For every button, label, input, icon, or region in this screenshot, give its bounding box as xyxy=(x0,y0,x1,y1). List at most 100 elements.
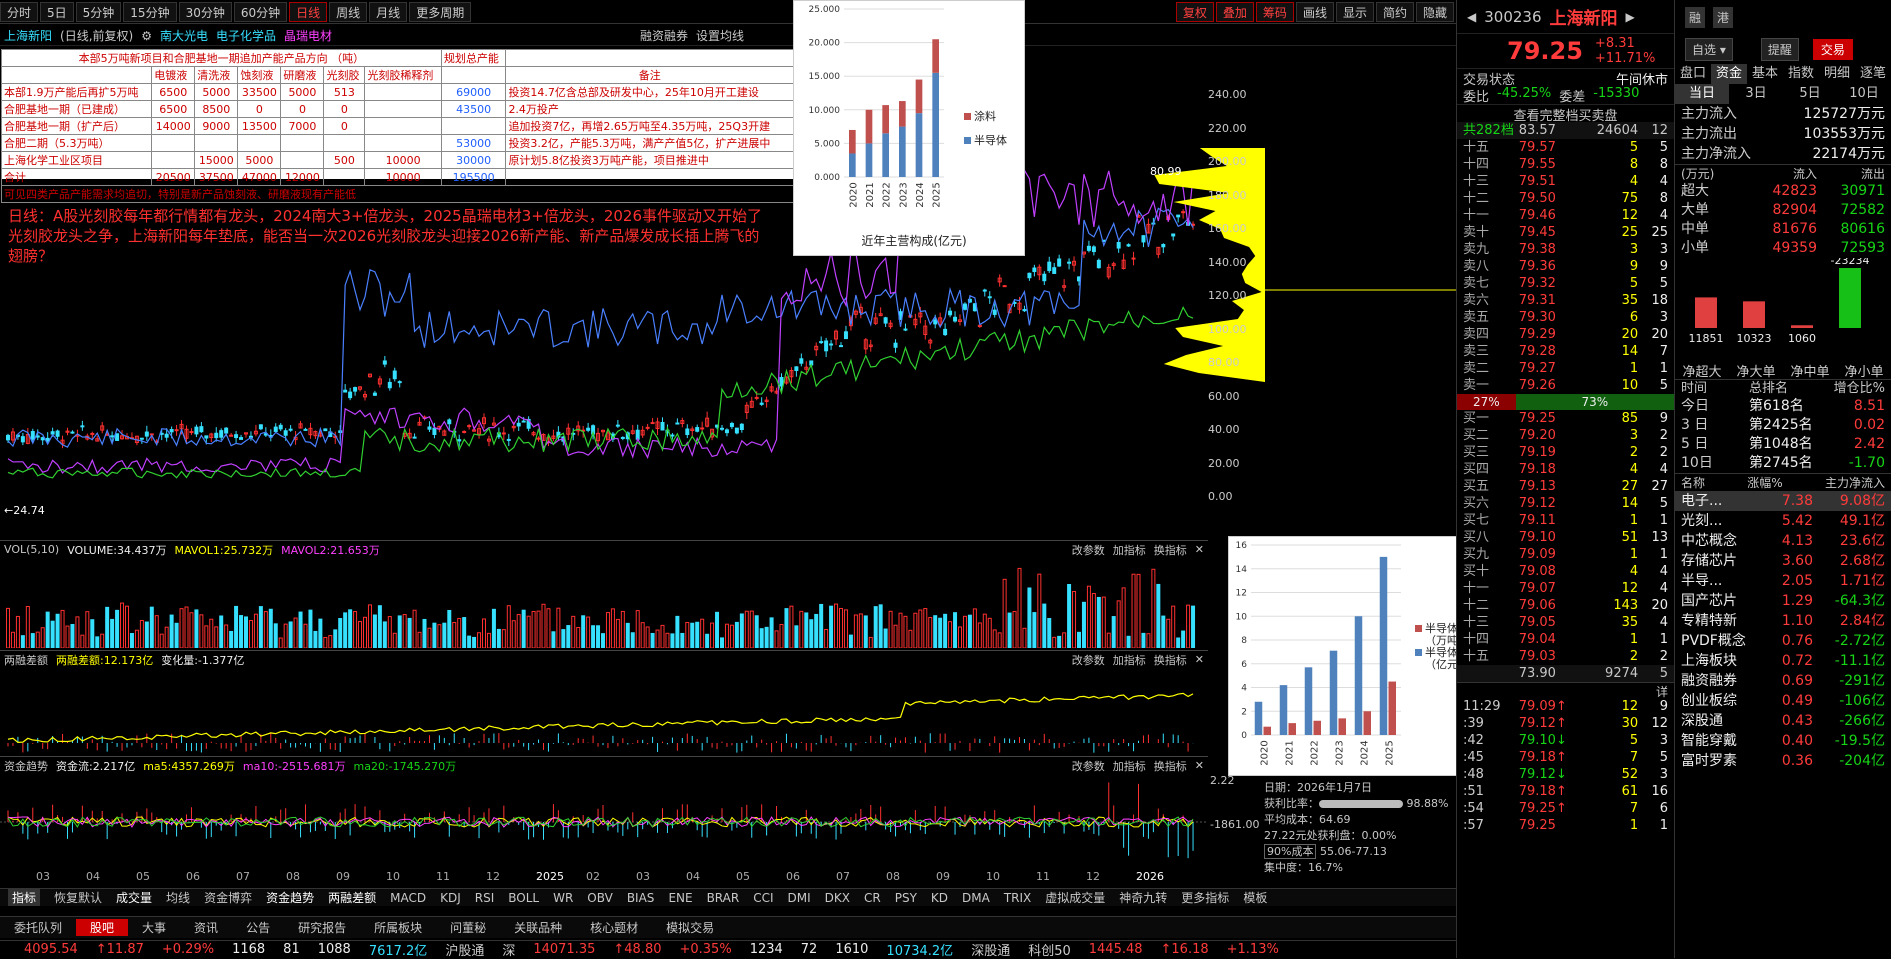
indicator-tab-7[interactable]: MACD xyxy=(390,891,426,905)
panel-tab-1[interactable]: 资金 xyxy=(1711,64,1747,84)
bottom-tab-3[interactable]: 资讯 xyxy=(180,919,232,936)
period-4[interactable]: 30分钟 xyxy=(179,2,232,22)
vol-switch-button[interactable]: 换指标 xyxy=(1154,542,1187,558)
indicator-tab-21[interactable]: KD xyxy=(931,891,948,905)
period-tab-2[interactable]: 5日 xyxy=(1783,84,1837,104)
bottom-tab-1[interactable]: 股吧 xyxy=(76,919,128,936)
close-icon[interactable]: ✕ xyxy=(1195,543,1208,556)
vol-param-button[interactable]: 改参数 xyxy=(1072,542,1105,558)
panel-tab-0[interactable]: 盘口 xyxy=(1675,64,1711,84)
margin-tag[interactable]: 融 xyxy=(1685,7,1705,28)
indicator-tab-27[interactable]: 模板 xyxy=(1243,889,1267,906)
sector-row[interactable]: 融资融券 0.69 -291亿 xyxy=(1675,671,1891,691)
indicator-tab-6[interactable]: 两融差额 xyxy=(328,889,376,906)
sector-row[interactable]: 中芯概念 4.13 23.6亿 xyxy=(1675,531,1891,551)
period-3[interactable]: 15分钟 xyxy=(123,2,176,22)
indicator-tab-4[interactable]: 资金博弈 xyxy=(204,889,252,906)
tool-6[interactable]: 隐藏 xyxy=(1416,2,1454,22)
period-tab-3[interactable]: 10日 xyxy=(1837,84,1891,104)
overlay-1[interactable]: 南大光电 xyxy=(160,27,208,44)
period-9[interactable]: 更多周期 xyxy=(409,2,471,22)
watchlist-select[interactable]: 自选 ▾ xyxy=(1685,38,1733,61)
period-0[interactable]: 分时 xyxy=(0,2,38,22)
indicator-tab-22[interactable]: DMA xyxy=(962,891,990,905)
vol-add-button[interactable]: 加指标 xyxy=(1113,542,1146,558)
indicator-tab-19[interactable]: CR xyxy=(864,891,881,905)
status-item-17: 科创50 xyxy=(1028,940,1071,959)
indicator-tab-1[interactable]: 恢复默认 xyxy=(54,889,102,906)
bottom-tab-0[interactable]: 委托队列 xyxy=(0,919,76,936)
period-7[interactable]: 周线 xyxy=(329,2,367,22)
indicator-tab-16[interactable]: CCI xyxy=(753,891,773,905)
indicator-tab-8[interactable]: KDJ xyxy=(440,891,461,905)
next-stock-icon[interactable]: ▶ xyxy=(1626,10,1635,24)
bottom-tab-2[interactable]: 大事 xyxy=(128,919,180,936)
bottom-tab-10[interactable]: 模拟交易 xyxy=(652,919,728,936)
sector-row[interactable]: 上海板块 0.72 -11.1亿 xyxy=(1675,651,1891,671)
indicator-tab-9[interactable]: RSI xyxy=(475,891,495,905)
tool-1[interactable]: 叠加 xyxy=(1216,2,1254,22)
indicator-tab-3[interactable]: 均线 xyxy=(166,889,190,906)
bottom-tab-6[interactable]: 所属板块 xyxy=(360,919,436,936)
period-1[interactable]: 5日 xyxy=(40,2,74,22)
indicator-tab-11[interactable]: WR xyxy=(553,891,573,905)
period-6[interactable]: 日线 xyxy=(289,2,327,22)
panel-tab-2[interactable]: 基本 xyxy=(1747,64,1783,84)
indicator-tab-10[interactable]: BOLL xyxy=(508,891,539,905)
bottom-tab-5[interactable]: 研究报告 xyxy=(284,919,360,936)
prev-stock-icon[interactable]: ◀ xyxy=(1467,10,1476,24)
tool-5[interactable]: 简约 xyxy=(1376,2,1414,22)
overlay-3[interactable]: 晶瑞电材 xyxy=(284,27,332,44)
sector-row[interactable]: 电子... 7.38 9.08亿 xyxy=(1675,491,1891,511)
indicator-tab-18[interactable]: DKX xyxy=(825,891,850,905)
overlay-2[interactable]: 电子化学品 xyxy=(216,27,276,44)
period-2[interactable]: 5分钟 xyxy=(76,2,122,22)
indicator-tab-17[interactable]: DMI xyxy=(788,891,811,905)
period-tab-0[interactable]: 当日 xyxy=(1675,84,1729,104)
bottom-tab-4[interactable]: 公告 xyxy=(232,919,284,936)
indicator-tab-26[interactable]: 更多指标 xyxy=(1181,889,1229,906)
sector-row[interactable]: 创业板综 0.49 -106亿 xyxy=(1675,691,1891,711)
indicator-tab-0[interactable]: 指标 xyxy=(8,889,40,906)
sector-row[interactable]: 光刻... 5.42 49.1亿 xyxy=(1675,511,1891,531)
tool-4[interactable]: 显示 xyxy=(1336,2,1374,22)
bottom-tab-7[interactable]: 问董秘 xyxy=(436,919,500,936)
period-8[interactable]: 月线 xyxy=(369,2,407,22)
bottom-tab-9[interactable]: 核心题材 xyxy=(576,919,652,936)
indicator-tab-23[interactable]: TRIX xyxy=(1004,891,1031,905)
panel-tab-5[interactable]: 逐笔 xyxy=(1855,64,1891,84)
sector-row[interactable]: 存储芯片 3.60 2.68亿 xyxy=(1675,551,1891,571)
indicator-tab-5[interactable]: 资金趋势 xyxy=(266,889,314,906)
gear-icon[interactable]: ⚙ xyxy=(141,29,152,43)
sector-row[interactable]: 半导... 2.05 1.71亿 xyxy=(1675,571,1891,591)
link-ma-settings[interactable]: 设置均线 xyxy=(696,27,744,44)
trade-button[interactable]: 交易 xyxy=(1813,39,1853,60)
tool-0[interactable]: 复权 xyxy=(1176,2,1214,22)
full-book-button[interactable]: 查看完整档买卖盘 xyxy=(1457,104,1674,122)
sector-row[interactable]: 深股通 0.43 -266亿 xyxy=(1675,711,1891,731)
hk-tag[interactable]: 港 xyxy=(1713,7,1733,28)
indicator-tab-2[interactable]: 成交量 xyxy=(116,889,152,906)
period-tab-1[interactable]: 3日 xyxy=(1729,84,1783,104)
indicator-tab-25[interactable]: 神奇九转 xyxy=(1119,889,1167,906)
indicator-tab-14[interactable]: ENE xyxy=(668,891,692,905)
cost-select[interactable]: 90%成本 xyxy=(1264,844,1316,859)
remind-button[interactable]: 提醒 xyxy=(1761,38,1799,61)
sector-row[interactable]: 智能穿戴 0.40 -19.5亿 xyxy=(1675,731,1891,751)
bottom-tab-8[interactable]: 关联品种 xyxy=(500,919,576,936)
tool-2[interactable]: 筹码 xyxy=(1256,2,1294,22)
sector-row[interactable]: PVDF概念 0.76 -2.72亿 xyxy=(1675,631,1891,651)
indicator-tab-15[interactable]: BRAR xyxy=(707,891,740,905)
indicator-tab-24[interactable]: 虚拟成交量 xyxy=(1045,889,1105,906)
panel-tab-3[interactable]: 指数 xyxy=(1783,64,1819,84)
tool-3[interactable]: 画线 xyxy=(1296,2,1334,22)
indicator-tab-13[interactable]: BIAS xyxy=(627,891,655,905)
period-5[interactable]: 60分钟 xyxy=(234,2,287,22)
sector-row[interactable]: 富时罗素 0.36 -204亿 xyxy=(1675,751,1891,771)
sector-row[interactable]: 专精特新 1.10 2.84亿 xyxy=(1675,611,1891,631)
sector-row[interactable]: 国产芯片 1.29 -64.3亿 xyxy=(1675,591,1891,611)
indicator-tab-20[interactable]: PSY xyxy=(895,891,917,905)
indicator-tab-12[interactable]: OBV xyxy=(587,891,613,905)
panel-tab-4[interactable]: 明细 xyxy=(1819,64,1855,84)
link-margin[interactable]: 融资融券 xyxy=(640,27,688,44)
